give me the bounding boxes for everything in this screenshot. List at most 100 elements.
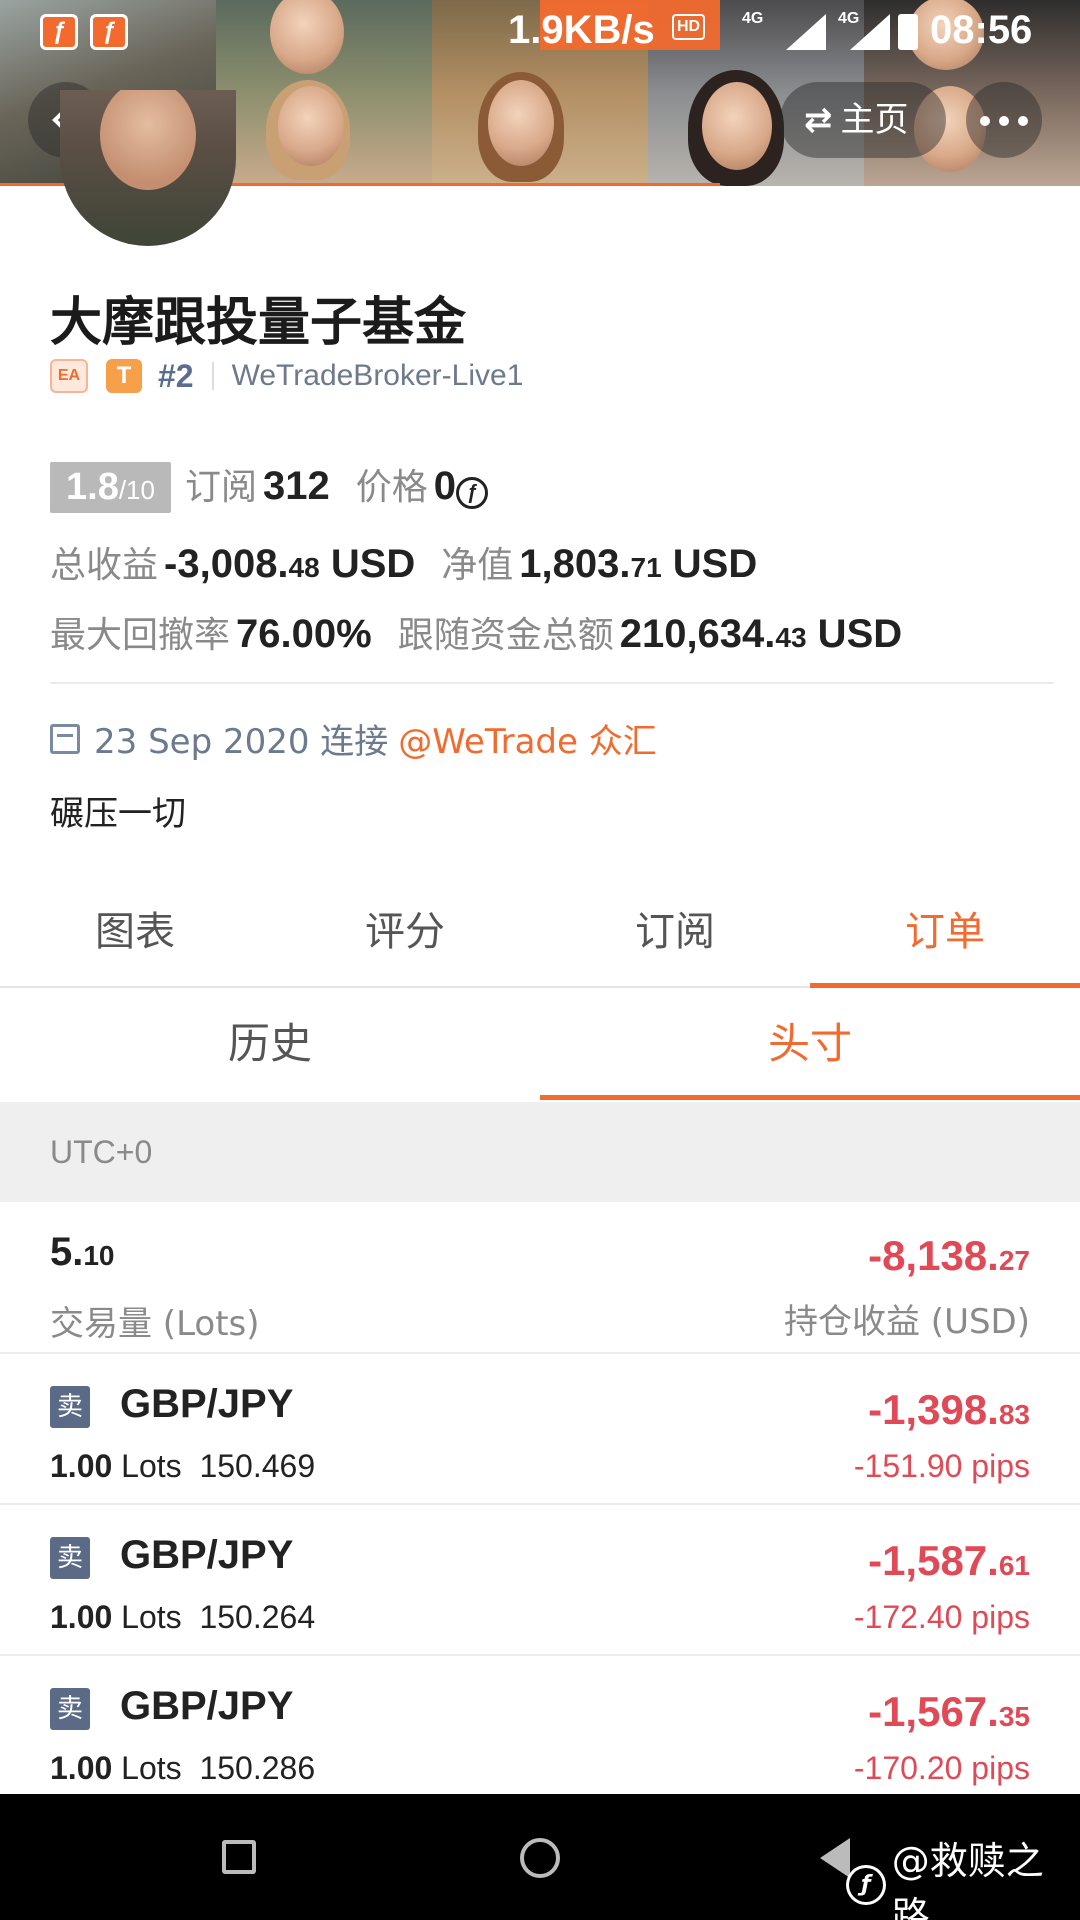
total-lots-dec: 10 <box>83 1240 115 1271</box>
list-item[interactable]: 卖 GBP/JPY 1.00 Lots 150.286 -1,567.35 -1… <box>0 1656 1080 1807</box>
symbol: GBP/JPY <box>120 1684 294 1728</box>
tab-subscriptions[interactable]: 订阅 <box>540 900 810 986</box>
positions-summary: 5.10 交易量 (Lots) -8,138.27 持仓收益 (USD) <box>0 1202 1080 1354</box>
lots-value: 1.00 <box>50 1599 113 1635</box>
clock: 08:56 <box>930 8 1033 52</box>
score-badge: 1.8/10 <box>50 462 171 513</box>
symbol: GBP/JPY <box>120 1533 294 1577</box>
status-bar: ƒ ƒ 1.9KB/s HD 4G 4G 08:56 <box>0 0 1080 64</box>
tab-chart[interactable]: 图表 <box>0 900 270 986</box>
follow-funds-int: 210,634. <box>619 612 776 656</box>
timezone-label: UTC+0 <box>0 1102 1080 1202</box>
order-pnl-int: -1,567. <box>868 1688 999 1735</box>
subscribe-count: 312 <box>263 464 330 508</box>
subtab-history[interactable]: 历史 <box>0 988 540 1100</box>
floating-pnl-label: 持仓收益 (USD) <box>784 1302 1030 1342</box>
watermark: ƒ @救赎之路 <box>846 1830 1080 1920</box>
home-label: 主页 <box>840 100 909 140</box>
app-notification-icon: ƒ <box>90 14 128 50</box>
avatar[interactable] <box>60 90 236 246</box>
order-pips: -172.40 pips <box>853 1599 1030 1635</box>
equity-value: 1,803.71 USD <box>519 542 757 587</box>
total-profit-int: -3,008. <box>164 542 289 586</box>
equity-unit: USD <box>661 542 758 586</box>
total-lots-int: 5. <box>50 1230 84 1274</box>
swap-icon: ⇄ <box>804 100 833 140</box>
main-tabs: 图表 评分 订阅 订单 <box>0 900 1080 988</box>
sell-badge: 卖 <box>50 1386 90 1428</box>
follow-funds-label: 跟随资金总额 <box>397 615 614 656</box>
signal-icon <box>786 14 826 50</box>
order-pnl-int: -1,587. <box>868 1537 999 1584</box>
sell-badge: 卖 <box>50 1537 90 1579</box>
tab-rating[interactable]: 评分 <box>270 900 540 986</box>
list-item[interactable]: 卖 GBP/JPY 1.00 Lots 150.264 -1,587.61 -1… <box>0 1505 1080 1656</box>
total-profit-dec: 48 <box>288 552 320 583</box>
equity-int: 1,803. <box>519 542 631 586</box>
broker-name: WeTradeBroker-Live1 <box>231 359 524 392</box>
network-speed: 1.9KB/s <box>508 8 655 52</box>
home-button[interactable]: ⇄ 主页 <box>780 82 946 158</box>
more-dot-icon <box>980 116 990 126</box>
more-dot-icon <box>1018 116 1028 126</box>
floating-pnl: -8,138.27 <box>868 1232 1030 1280</box>
order-pnl-dec: 83 <box>998 1399 1030 1430</box>
max-drawdown-value: 76.00% <box>236 612 372 656</box>
order-pips: -170.20 pips <box>853 1750 1030 1786</box>
watermark-text: @救赎之路 <box>891 1839 1044 1920</box>
floating-pnl-dec: 27 <box>998 1245 1030 1276</box>
lots-value: 1.00 <box>50 1448 113 1484</box>
order-volume: 1.00 Lots 150.469 <box>50 1448 315 1485</box>
equity-label: 净值 <box>441 545 514 586</box>
section-divider <box>50 682 1054 684</box>
signal-icon <box>850 14 890 50</box>
follow-funds-dec: 43 <box>775 622 807 653</box>
connect-date: 23 Sep 2020 连接 <box>94 722 389 762</box>
home-nav-button[interactable] <box>520 1838 560 1878</box>
coin-icon: ƒ <box>456 477 489 509</box>
subtab-positions[interactable]: 头寸 <box>540 988 1080 1100</box>
positions-list: 卖 GBP/JPY 1.00 Lots 150.469 -1,398.83 -1… <box>0 1354 1080 1807</box>
recent-apps-button[interactable] <box>222 1840 256 1874</box>
t-badge: T <box>106 359 142 393</box>
score-row: 1.8/10 订阅 312 价格 0 ƒ <box>50 458 489 513</box>
open-price: 150.286 <box>199 1750 316 1786</box>
profile-meta-row: EA T #2 WeTradeBroker-Live1 <box>50 356 523 396</box>
drawdown-row: 最大回撤率 76.00% 跟随资金总额 210,634.43 USD <box>50 606 902 658</box>
order-pnl-dec: 61 <box>998 1550 1030 1581</box>
lots-unit: Lots <box>112 1750 182 1786</box>
subscribe-label: 订阅 <box>184 467 257 508</box>
total-profit-value: -3,008.48 USD <box>164 542 415 587</box>
tab-orders[interactable]: 订单 <box>810 900 1080 988</box>
sell-badge: 卖 <box>50 1688 90 1730</box>
divider <box>211 362 214 390</box>
signal-name: 大摩跟投量子基金 <box>50 293 467 353</box>
hd-icon: HD <box>672 14 706 40</box>
follow-funds-unit: USD <box>806 612 903 656</box>
order-pnl-dec: 35 <box>998 1701 1030 1732</box>
order-pnl-int: -1,398. <box>868 1386 999 1433</box>
max-drawdown-label: 最大回撤率 <box>50 615 231 656</box>
floating-pnl-int: -8,138. <box>868 1232 999 1279</box>
price-label: 价格 <box>355 467 428 508</box>
equity-dec: 71 <box>630 552 662 583</box>
order-volume: 1.00 Lots 150.264 <box>50 1599 315 1636</box>
order-pnl: -1,587.61 <box>868 1537 1030 1585</box>
lots-value: 1.00 <box>50 1750 113 1786</box>
order-subtabs: 历史 头寸 <box>0 988 1080 1100</box>
open-price: 150.469 <box>199 1448 316 1484</box>
list-item[interactable]: 卖 GBP/JPY 1.00 Lots 150.469 -1,398.83 -1… <box>0 1354 1080 1505</box>
follow-funds-value: 210,634.43 USD <box>620 612 902 657</box>
lots-unit: Lots <box>112 1599 182 1635</box>
open-price: 150.264 <box>199 1599 316 1635</box>
symbol: GBP/JPY <box>120 1382 294 1426</box>
order-pips: -151.90 pips <box>853 1448 1030 1484</box>
total-profit-label: 总收益 <box>50 545 159 586</box>
battery-icon <box>898 14 918 50</box>
calendar-icon <box>50 723 80 754</box>
app-notification-icon: ƒ <box>40 14 78 50</box>
order-volume: 1.00 Lots 150.286 <box>50 1750 315 1787</box>
broker-link[interactable]: @WeTrade 众汇 <box>398 714 656 763</box>
total-lots: 5.10 <box>50 1230 115 1275</box>
more-options-button[interactable] <box>966 82 1042 158</box>
